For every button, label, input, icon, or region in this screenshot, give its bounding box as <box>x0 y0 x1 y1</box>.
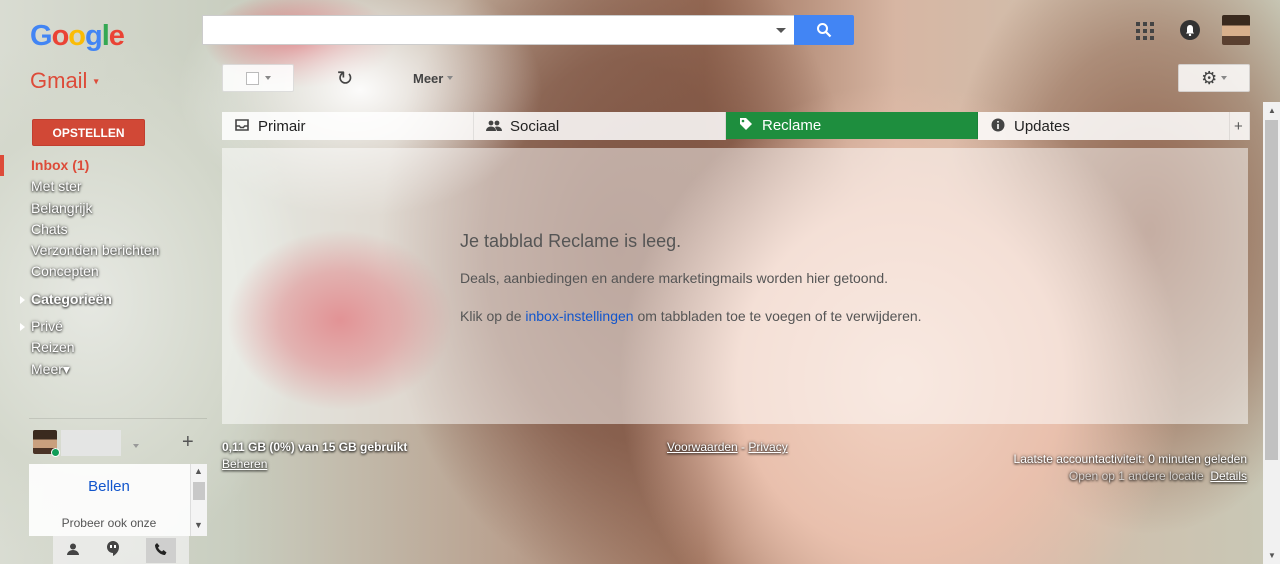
phone-icon[interactable] <box>146 537 176 563</box>
details-link[interactable]: Details <box>1210 469 1247 483</box>
more-label: Meer <box>413 70 444 86</box>
new-conversation-button[interactable]: + <box>182 431 194 454</box>
privacy-link[interactable]: Privacy <box>748 440 787 454</box>
other-locations: Open op 1 andere locatie Details <box>1069 469 1247 483</box>
search-input[interactable] <box>202 15 794 45</box>
gear-icon: ⚙ <box>1201 67 1218 88</box>
tab-label: Reclame <box>762 117 822 134</box>
label-nav: Inbox (1) Met ster Belangrijk Chats Verz… <box>0 155 210 380</box>
tab-social[interactable]: Sociaal <box>474 112 726 140</box>
notifications-bell-icon[interactable] <box>1180 20 1200 40</box>
people-icon <box>486 119 502 134</box>
refresh-icon: ↻ <box>336 67 354 90</box>
nav-item-categories[interactable]: Categorieën <box>0 289 210 310</box>
promo-text: Probeer ook onze <box>61 516 157 530</box>
manage-storage-link[interactable]: Beheren <box>222 457 267 471</box>
hangouts-user-name[interactable] <box>61 430 121 456</box>
info-icon <box>990 118 1006 135</box>
chevron-down-icon: ▾ <box>93 76 99 88</box>
settings-button[interactable]: ⚙ <box>1178 64 1250 92</box>
tab-label: Primair <box>258 117 306 135</box>
tag-icon <box>738 117 754 134</box>
scroll-up-icon[interactable]: ▲ <box>194 466 203 476</box>
chevron-down-icon <box>264 76 271 80</box>
apps-grid-icon[interactable] <box>1136 22 1154 40</box>
search-options-icon[interactable] <box>776 28 786 33</box>
account-avatar[interactable] <box>1222 15 1250 45</box>
inbox-icon <box>234 118 250 134</box>
footer-links: Voorwaarden - Privacy <box>667 440 788 454</box>
inbox-settings-link[interactable]: inbox-instellingen <box>525 308 633 324</box>
panel-scrollbar[interactable]: ▲ ▼ <box>190 464 207 536</box>
separator: - <box>737 440 749 454</box>
hint-text: om tabbladen toe te voegen of te verwijd… <box>633 308 922 324</box>
nav-item-inbox[interactable]: Inbox (1) <box>0 155 210 177</box>
hint-text: Klik op de <box>460 308 526 324</box>
nav-item-starred[interactable]: Met ster <box>0 176 210 197</box>
nav-item-prive[interactable]: Privé <box>0 316 210 337</box>
tab-label: Updates <box>1014 117 1070 135</box>
category-tabs: Primair Sociaal Reclame Updates + <box>222 112 1250 140</box>
empty-state-description: Deals, aanbiedingen en andere marketingm… <box>460 270 889 286</box>
hangouts-chat-icon[interactable] <box>106 541 120 559</box>
hangouts-panel: + Bellen Probeer ook onze ▲ ▼ <box>29 418 207 564</box>
nav-item-more[interactable]: Meer▾ <box>0 359 210 380</box>
storage-usage: 0,11 GB (0%) van 15 GB gebruikt <box>222 440 408 454</box>
last-activity: Laatste accountactiviteit: 0 minuten gel… <box>1013 452 1247 466</box>
nav-item-reizen[interactable]: Reizen <box>0 337 210 358</box>
terms-link[interactable]: Voorwaarden <box>667 440 738 454</box>
nav-item-chats[interactable]: Chats <box>0 219 210 240</box>
app-switcher[interactable]: Gmail ▾ <box>30 68 99 94</box>
checkbox-icon <box>245 71 259 85</box>
scroll-up-icon[interactable]: ▲ <box>1268 106 1276 115</box>
scroll-down-icon[interactable]: ▼ <box>1268 551 1276 560</box>
tab-label: Sociaal <box>510 117 560 135</box>
divider <box>29 418 207 419</box>
refresh-button[interactable]: ↻ <box>324 64 366 92</box>
add-tab-button[interactable]: + <box>1230 112 1250 140</box>
search-icon <box>817 23 832 38</box>
message-list-panel <box>222 148 1248 424</box>
expand-arrow-icon[interactable] <box>20 295 25 304</box>
status-dropdown-icon[interactable] <box>133 444 139 448</box>
nav-item-important[interactable]: Belangrijk <box>0 198 210 219</box>
chevron-down-icon <box>1220 76 1227 80</box>
compose-button[interactable]: OPSTELLEN <box>32 119 145 146</box>
scrollbar-thumb[interactable] <box>193 482 205 500</box>
chevron-down-icon <box>446 76 453 80</box>
call-link[interactable]: Bellen <box>29 478 189 495</box>
hangouts-mode-bar <box>53 536 189 564</box>
scrollbar-thumb[interactable] <box>1265 120 1278 460</box>
select-checkbox-button[interactable] <box>222 64 294 92</box>
empty-state-title: Je tabblad Reclame is leeg. <box>460 231 682 251</box>
more-actions-button[interactable]: Meer <box>398 64 468 92</box>
online-status-icon <box>51 448 60 457</box>
hangouts-call-panel: Bellen Probeer ook onze ▲ ▼ <box>29 464 207 536</box>
google-logo[interactable]: Google <box>30 20 125 53</box>
page-scrollbar[interactable]: ▲ ▼ <box>1263 102 1280 564</box>
nav-item-sent[interactable]: Verzonden berichten <box>0 240 210 261</box>
scroll-down-icon[interactable]: ▼ <box>194 520 203 530</box>
search-button[interactable] <box>794 15 854 45</box>
expand-arrow-icon[interactable] <box>20 323 25 332</box>
tab-primary[interactable]: Primair <box>222 112 474 140</box>
nav-item-drafts[interactable]: Concepten <box>0 261 210 282</box>
contacts-person-icon[interactable] <box>66 542 80 559</box>
tab-promotions[interactable]: Reclame <box>726 112 978 139</box>
empty-state-hint: Klik op de inbox-instellingen om tabblad… <box>460 308 922 324</box>
other-location-text: Open op 1 andere locatie <box>1068 469 1204 483</box>
tab-updates[interactable]: Updates <box>978 112 1230 140</box>
